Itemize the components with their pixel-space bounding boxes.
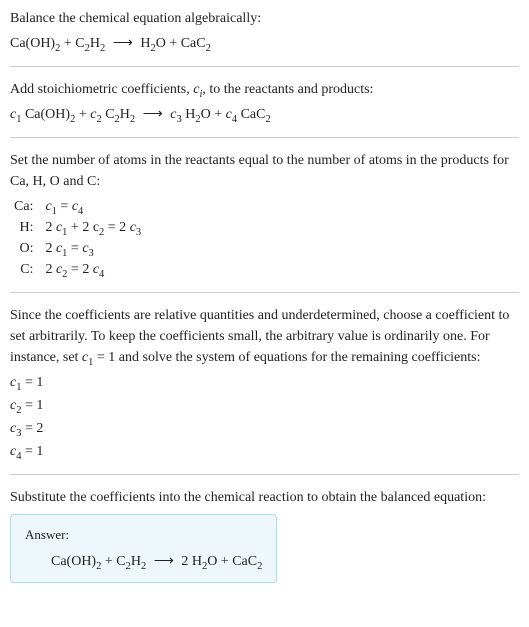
intro-title: Balance the chemical equation algebraica… [10,8,519,29]
divider [10,66,519,67]
balance-eq: 2 c1 + 2 c2 = 2 c3 [41,217,145,238]
equals: = 2 [67,262,92,277]
equals: = [57,199,72,214]
species-2b: H [120,107,130,122]
balance-table: Ca: c1 = c4 H: 2 c1 + 2 c2 = 2 c3 O: 2 c… [10,196,145,280]
plus: + [60,36,75,51]
term-pre: 2 [45,241,56,256]
solve-text: Since the coefficients are relative quan… [10,305,519,368]
table-row: Ca: c1 = c4 [10,196,145,217]
product-1a: H [192,554,202,569]
solved-line: c1 = 1 [10,372,519,393]
product-1b: O + CaC [207,554,257,569]
divider [10,474,519,475]
section-answer: Substitute the coefficients into the che… [10,487,519,583]
balanced-equation: Ca(OH)2 + C2H2 ⟶ 2 H2O + CaC2 [25,551,262,572]
reactant-2a: C [75,36,84,51]
reactant-1: Ca(OH) [10,36,55,51]
product-1b: O + CaC [156,36,206,51]
species-3a: H [182,107,196,122]
term-pre: 2 [45,220,56,235]
reactant-2b-sub: 2 [100,43,105,54]
arrow-icon: ⟶ [154,551,174,572]
coef-val: = 1 [21,375,43,390]
arrow-icon: ⟶ [143,104,163,125]
solved-values: c1 = 1 c2 = 1 c3 = 2 c4 = 1 [10,372,519,462]
element-label: C: [10,259,41,280]
solved-line: c2 = 1 [10,395,519,416]
product-1b-sub: 2 [206,43,211,54]
equals: = [67,241,82,256]
species-4-sub: 2 [265,114,270,125]
text-part: = 1 and solve the system of equations fo… [93,350,480,365]
section-balance-intro: Balance the chemical equation algebraica… [10,8,519,54]
atom-balance-title: Set the number of atoms in the reactants… [10,150,519,192]
species-4: CaC [237,107,265,122]
text-part: Add stoichiometric coefficients, [10,82,193,97]
element-label: Ca: [10,196,41,217]
unbalanced-equation: Ca(OH)2 + C2H2 ⟶ H2O + CaC2 [10,33,519,54]
reactant-2b: H [131,554,141,569]
divider [10,137,519,138]
solved-line: c3 = 2 [10,418,519,439]
text-part: , to the reactants and products: [202,82,373,97]
balance-eq: c1 = c4 [41,196,145,217]
coef-equation: c1 Ca(OH)2 + c2 C2H2 ⟶ c3 H2O + c4 CaC2 [10,104,519,125]
section-add-coefficients: Add stoichiometric coefficients, ci, to … [10,79,519,125]
species-1: Ca(OH) [21,107,70,122]
element-label: H: [10,217,41,238]
product-1a: H [140,36,150,51]
plus: + [101,554,116,569]
substitute-text: Substitute the coefficients into the che… [10,487,519,508]
coef-val: = 1 [21,398,43,413]
section-atom-balance: Set the number of atoms in the reactants… [10,150,519,280]
reactant-1: Ca(OH) [51,554,96,569]
element-label: O: [10,238,41,259]
product-1b-sub: 2 [257,560,262,571]
term-pre: 2 [45,262,56,277]
balance-eq: 2 c1 = c3 [41,238,145,259]
reactant-2b-sub: 2 [141,560,146,571]
arrow-icon: ⟶ [113,33,133,54]
plus: + [75,107,90,122]
reactant-2a: C [116,554,125,569]
add-coef-title: Add stoichiometric coefficients, ci, to … [10,79,519,100]
section-solve: Since the coefficients are relative quan… [10,305,519,462]
term-sub: 3 [89,248,94,259]
table-row: C: 2 c2 = 2 c4 [10,259,145,280]
term: + 2 c [67,220,99,235]
species-2a: C [102,107,115,122]
product-coef: 2 [178,554,192,569]
solved-line: c4 = 1 [10,441,519,462]
answer-label: Answer: [25,525,262,545]
divider [10,292,519,293]
coef-val: = 1 [21,444,43,459]
term-sub: 4 [99,269,104,280]
term-sub: 3 [136,227,141,238]
answer-box: Answer: Ca(OH)2 + C2H2 ⟶ 2 H2O + CaC2 [10,514,277,583]
reactant-2b: H [90,36,100,51]
equals: = 2 [104,220,129,235]
coef-val: = 2 [21,421,43,436]
species-2b-sub: 2 [130,114,135,125]
balance-eq: 2 c2 = 2 c4 [41,259,145,280]
species-3b: O + [201,107,226,122]
term-sub: 4 [78,206,83,217]
table-row: H: 2 c1 + 2 c2 = 2 c3 [10,217,145,238]
table-row: O: 2 c1 = c3 [10,238,145,259]
